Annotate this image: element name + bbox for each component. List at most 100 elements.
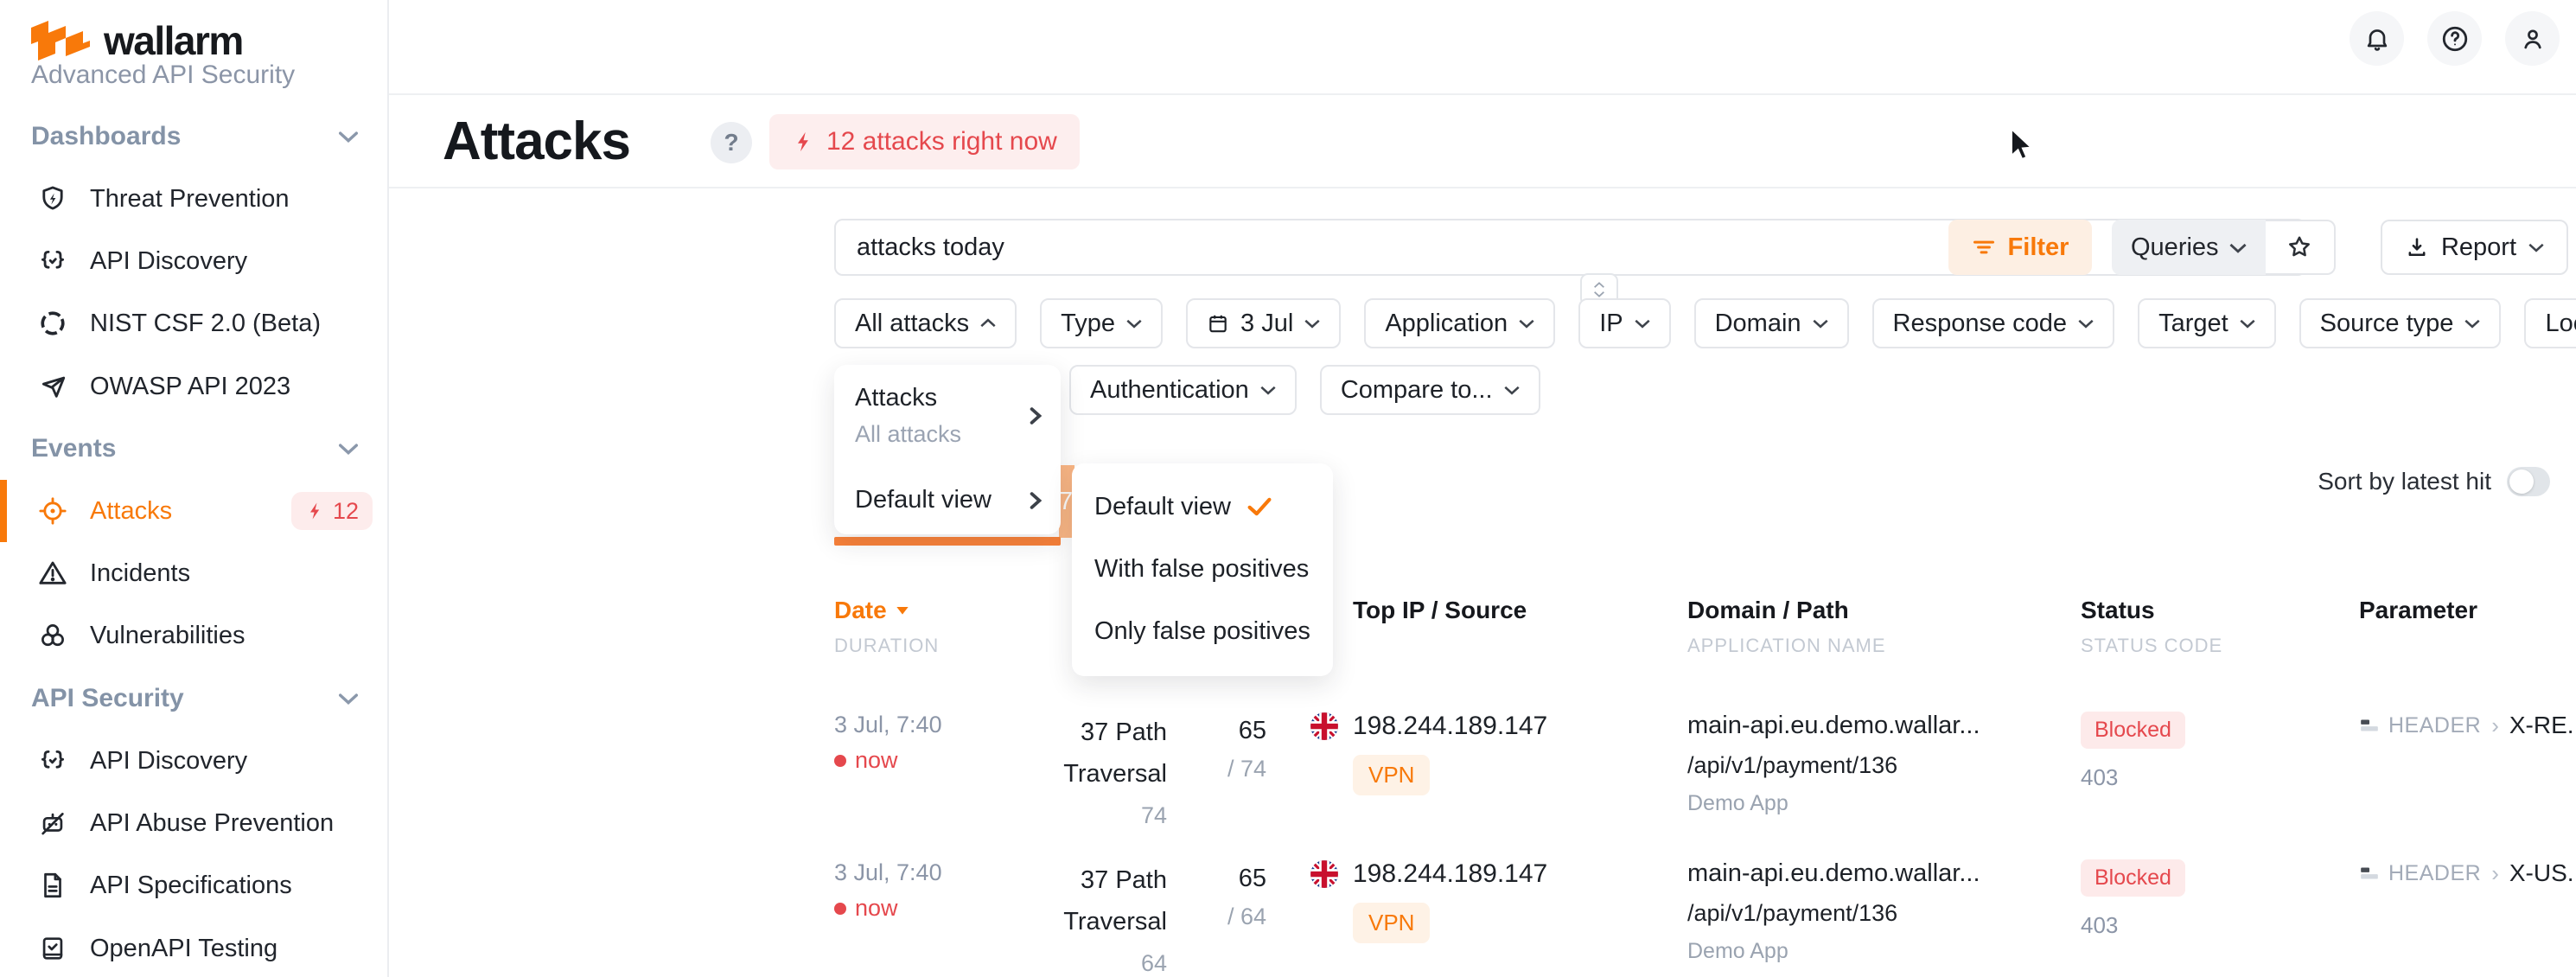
menu-item-default-view[interactable]: Default view (855, 486, 1042, 514)
chip-ip[interactable]: IP (1578, 298, 1670, 348)
status-badge: Blocked (2081, 859, 2185, 897)
attacks-right-now-badge[interactable]: 12 attacks right now (769, 114, 1080, 169)
chip-locations[interactable]: Locations (2524, 298, 2576, 348)
title-help-button[interactable]: ? (711, 122, 752, 163)
menu-item-attacks[interactable]: Attacks All attacks (855, 384, 1042, 448)
attacker-ip[interactable]: 198.244.189.147 (1353, 859, 1547, 889)
sidebar-item-api-discovery-2[interactable]: API Discovery (0, 730, 389, 792)
item-label: Incidents (90, 559, 190, 588)
attack-domain[interactable]: main-api.eu.demo.wallar... (1687, 712, 2081, 740)
chip-domain[interactable]: Domain (1694, 298, 1849, 348)
chevron-down-icon (339, 443, 358, 455)
item-label: OpenAPI Testing (90, 935, 277, 963)
attack-date: 3 Jul, 7:40 (834, 859, 1007, 886)
chevron-down-icon (2229, 242, 2247, 253)
sidebar-section-dashboards[interactable]: Dashboards (0, 105, 389, 168)
submenu-label: With false positives (1094, 555, 1309, 584)
bot-off-icon (38, 808, 67, 838)
chip-source-type[interactable]: Source type (2299, 298, 2502, 348)
chip-target[interactable]: Target (2138, 298, 2276, 348)
attack-live: now (834, 895, 1007, 922)
attack-path: /api/v1/payment/136 (1687, 752, 2081, 779)
column-header-ip: Top IP / Source (1353, 597, 1687, 624)
report-button[interactable]: Report (2381, 220, 2568, 275)
sort-label: Sort by latest hit (2318, 468, 2491, 495)
param-name[interactable]: X-US... (2509, 859, 2576, 887)
title-row: Attacks ? 12 attacks right now (389, 95, 2576, 188)
filter-label: Filter (2008, 233, 2069, 262)
sidebar-item-nist-csf[interactable]: NIST CSF 2.0 (Beta) (0, 292, 389, 354)
item-label: OWASP API 2023 (90, 373, 290, 401)
chip-all-attacks[interactable]: All attacks (834, 298, 1017, 348)
help-button[interactable] (2427, 11, 2482, 66)
favorite-query-button[interactable] (2266, 220, 2336, 275)
attack-row[interactable]: 3 Jul, 7:40 now 37 Path Traversal 74 65 … (834, 712, 2541, 836)
chip-label: IP (1599, 310, 1623, 338)
view-options-submenu: Default view With false positives Only f… (1072, 463, 1333, 676)
submenu-item-with-false-positives[interactable]: With false positives (1072, 538, 1333, 600)
notifications-button[interactable] (2350, 11, 2404, 66)
chip-response-code[interactable]: Response code (1872, 298, 2115, 348)
chip-label: Application (1385, 310, 1508, 338)
chevron-up-icon (980, 318, 996, 329)
queries-button[interactable]: Queries (2112, 220, 2266, 275)
sort-by-latest-hit-toggle[interactable] (2507, 467, 2550, 496)
attack-type[interactable]: 37 Path Traversal (1007, 712, 1167, 795)
sidebar-item-threat-prevention[interactable]: Threat Prevention (0, 168, 389, 230)
sidebar-section-events[interactable]: Events (0, 418, 389, 480)
sidebar-item-api-discovery[interactable]: API Discovery (0, 230, 389, 292)
sidebar-item-api-specifications[interactable]: API Specifications (0, 854, 389, 916)
param-name[interactable]: X-RE... (2509, 712, 2576, 739)
attacks-page: wallarm Advanced API Security Dashboards… (0, 0, 2576, 977)
wallarm-logo-icon (31, 21, 90, 61)
header-param-icon (2359, 863, 2380, 884)
sidebar: wallarm Advanced API Security Dashboards… (0, 0, 389, 977)
attack-row[interactable]: 3 Jul, 7:40 now 37 Path Traversal 64 65 … (834, 859, 2541, 977)
chip-type[interactable]: Type (1040, 298, 1163, 348)
submenu-item-default-view[interactable]: Default view (1072, 476, 1333, 538)
account-button[interactable] (2505, 11, 2560, 66)
sidebar-item-attacks[interactable]: Attacks 12 (0, 480, 389, 542)
sidebar-item-incidents[interactable]: Incidents (0, 542, 389, 604)
brand-logo[interactable]: wallarm (31, 17, 243, 64)
item-label: API Abuse Prevention (90, 809, 334, 838)
sidebar-section-api-security[interactable]: API Security (0, 667, 389, 730)
attacks-count-badge: 12 (291, 492, 373, 530)
attack-type[interactable]: 37 Path Traversal (1007, 859, 1167, 942)
sidebar-item-openapi-testing[interactable]: OpenAPI Testing (0, 917, 389, 977)
column-header-parameter: Parameter (2359, 597, 2576, 624)
toggle-knob (2509, 469, 2534, 494)
sidebar-item-vulnerabilities[interactable]: Vulnerabilities (0, 604, 389, 667)
chevron-down-icon (1813, 318, 1828, 329)
filter-button[interactable]: Filter (1948, 220, 2092, 275)
chevron-down-icon (2078, 318, 2094, 329)
item-label: NIST CSF 2.0 (Beta) (90, 310, 321, 338)
queries-group: Queries (2112, 220, 2336, 275)
source-type-badge[interactable]: VPN (1353, 903, 1430, 943)
application-name: Demo App (1687, 939, 2081, 964)
chip-authentication[interactable]: Authentication (1069, 365, 1297, 415)
attacker-ip[interactable]: 198.244.189.147 (1353, 712, 1547, 741)
status-badge: Blocked (2081, 712, 2185, 749)
hits-total: / 74 (1167, 750, 1266, 788)
chip-date[interactable]: 3 Jul (1186, 298, 1341, 348)
section-label: Dashboards (31, 122, 181, 151)
chip-label: Source type (2320, 310, 2454, 338)
active-indicator (0, 480, 7, 542)
sidebar-item-api-abuse-prevention[interactable]: API Abuse Prevention (0, 792, 389, 854)
chip-application[interactable]: Application (1364, 298, 1555, 348)
column-header-date[interactable]: Date (834, 597, 1007, 624)
chip-compare-to[interactable]: Compare to... (1320, 365, 1540, 415)
brand-name: wallarm (104, 17, 243, 64)
live-dot-icon (834, 755, 846, 767)
column-header-domain: Domain / Path (1687, 597, 2081, 624)
source-type-badge[interactable]: VPN (1353, 755, 1430, 795)
question-circle-icon (2440, 24, 2470, 54)
chevron-down-icon (339, 131, 358, 143)
section-label: Events (31, 434, 116, 463)
sidebar-item-owasp-api[interactable]: OWASP API 2023 (0, 355, 389, 418)
attack-domain[interactable]: main-api.eu.demo.wallar... (1687, 859, 2081, 888)
status-code: 403 (2081, 912, 2359, 939)
submenu-item-only-false-positives[interactable]: Only false positives (1072, 600, 1333, 662)
star-icon (2286, 233, 2313, 261)
